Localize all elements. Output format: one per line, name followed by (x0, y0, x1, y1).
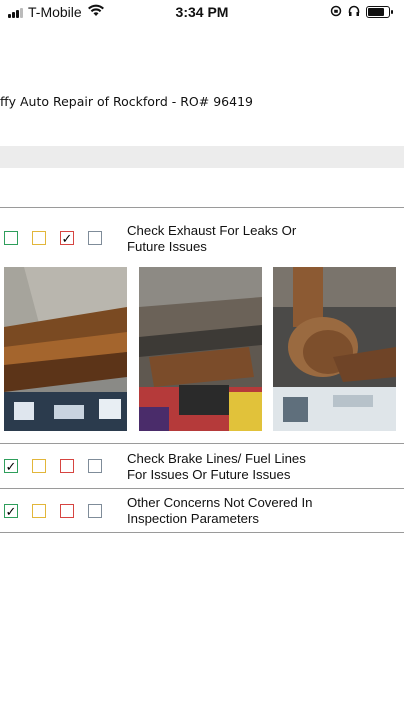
orientation-lock-icon (330, 4, 342, 20)
divider (0, 532, 404, 533)
exhaust-photo-3[interactable] (273, 267, 396, 431)
section-header-band (0, 146, 404, 168)
item-label: Other Concerns Not Covered In Inspection… (127, 495, 313, 526)
check-mark-icon: ✓ (5, 458, 17, 474)
status-red-checkbox[interactable] (60, 459, 74, 473)
status-red-checkbox[interactable]: ✓ (60, 231, 74, 245)
divider (0, 207, 404, 208)
status-gray-checkbox[interactable] (88, 459, 102, 473)
status-red-checkbox[interactable] (60, 504, 74, 518)
status-gray-checkbox[interactable] (88, 231, 102, 245)
status-gray-checkbox[interactable] (88, 504, 102, 518)
shop-title: ffy Auto Repair of Rockford - RO# 96419 (0, 94, 253, 109)
status-yellow-checkbox[interactable] (32, 459, 46, 473)
exhaust-photo-2[interactable] (139, 267, 262, 431)
item-label: Check Exhaust For Leaks Or Future Issues (127, 223, 297, 254)
status-green-checkbox[interactable]: ✓ (4, 459, 18, 473)
battery-icon (366, 6, 393, 18)
photo-strip (0, 267, 404, 431)
status-yellow-checkbox[interactable] (32, 504, 46, 518)
status-green-checkbox[interactable]: ✓ (4, 504, 18, 518)
status-bar: T-Mobile 3:34 PM (0, 0, 404, 24)
headphones-icon (348, 4, 360, 20)
divider (0, 443, 404, 444)
check-mark-icon: ✓ (5, 503, 17, 519)
exhaust-photo-1[interactable] (4, 267, 127, 431)
item-label: Check Brake Lines/ Fuel Lines For Issues… (127, 451, 306, 482)
status-yellow-checkbox[interactable] (32, 231, 46, 245)
check-mark-icon: ✓ (61, 230, 73, 246)
divider (0, 488, 404, 489)
status-green-checkbox[interactable] (4, 231, 18, 245)
